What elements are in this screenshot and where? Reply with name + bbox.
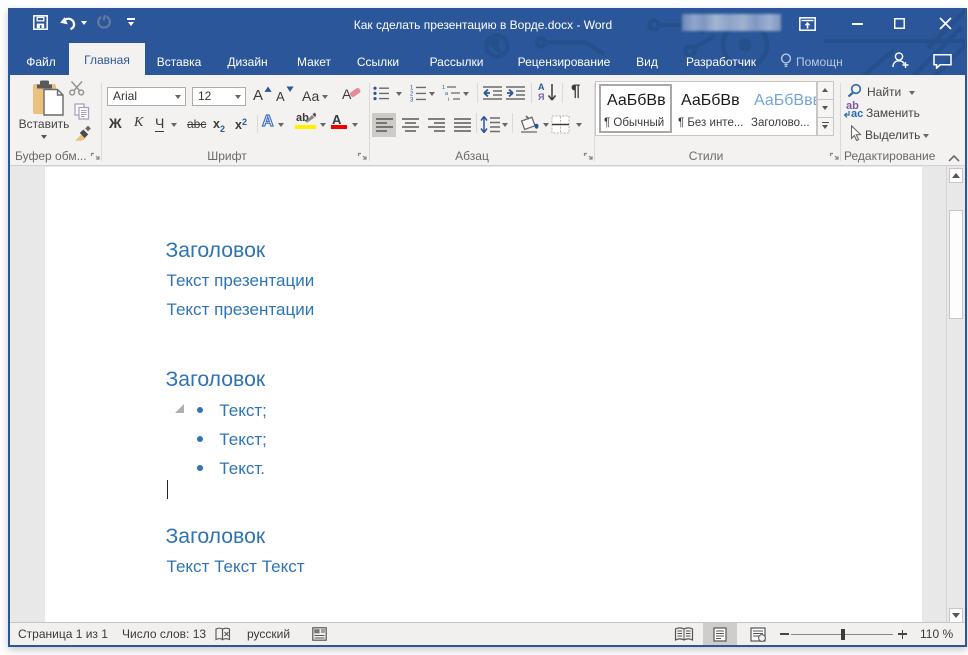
svg-text:3: 3	[410, 98, 414, 103]
svg-text:i: i	[448, 97, 449, 102]
